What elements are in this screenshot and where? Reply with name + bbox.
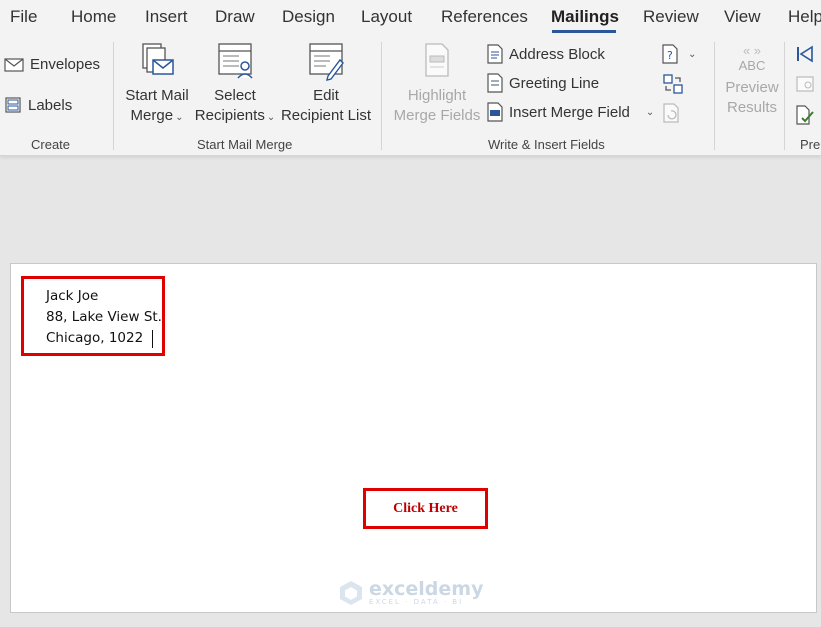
insert-merge-field-label: Insert Merge Field <box>509 103 630 121</box>
group-label-create: Create <box>31 137 71 152</box>
exceldemy-watermark: exceldemy EXCEL · DATA · BI <box>339 580 483 606</box>
envelope-icon <box>4 57 24 73</box>
menu-bar: File Home Insert Draw Design Layout Refe… <box>0 0 821 36</box>
tab-references[interactable]: References <box>441 7 528 27</box>
group-separator <box>113 42 114 150</box>
tab-mailings[interactable]: Mailings <box>551 7 619 27</box>
address-block-label: Address Block <box>509 45 605 63</box>
check-errors-button[interactable] <box>795 104 815 126</box>
watermark-brand: exceldemy <box>369 578 484 600</box>
rules-icon: ? <box>662 44 680 64</box>
edit-recipient-list-label-1: Edit <box>313 87 339 104</box>
first-record-icon <box>795 44 815 64</box>
group-separator <box>714 42 715 150</box>
highlight-merge-fields-label-2: Merge Fields <box>393 107 481 124</box>
check-errors-icon <box>795 104 815 126</box>
select-recipients-button[interactable]: Select Recipients ⌄ <box>192 42 278 128</box>
start-mail-merge-label-1: Start Mail <box>125 87 189 104</box>
chevron-down-icon: ⌄ <box>645 106 655 118</box>
address-line-name: Jack Joe <box>46 288 99 304</box>
envelopes-label: Envelopes <box>30 56 101 73</box>
highlight-merge-fields-icon <box>422 42 452 82</box>
rules-button[interactable]: ? ⌄ <box>662 44 696 64</box>
address-block-button[interactable]: Address Block <box>487 44 605 64</box>
labels-button[interactable]: Labels <box>4 96 72 114</box>
greeting-line-icon <box>487 73 503 93</box>
tab-help[interactable]: Help <box>788 7 821 27</box>
tab-home[interactable]: Home <box>71 7 116 27</box>
match-fields-icon <box>662 73 684 95</box>
insert-merge-field-icon <box>487 102 503 122</box>
start-mail-merge-icon <box>139 42 175 82</box>
group-separator <box>381 42 382 150</box>
address-line-city: Chicago, 1022 <box>46 330 144 346</box>
highlight-merge-fields-label-1: Highlight <box>407 87 467 104</box>
preview-results-label-2: Results <box>726 99 778 116</box>
tab-insert[interactable]: Insert <box>145 7 188 27</box>
greeting-line-label: Greeting Line <box>509 74 600 92</box>
first-record-button[interactable] <box>795 44 815 64</box>
group-label-write-insert-fields: Write & Insert Fields <box>488 137 605 152</box>
update-labels-icon <box>662 102 682 124</box>
group-separator <box>784 42 785 150</box>
match-fields-button[interactable] <box>662 73 684 95</box>
exceldemy-logo-icon <box>339 580 363 606</box>
address-highlight-box: Jack Joe 88, Lake View St. Chicago, 1022 <box>21 276 165 356</box>
group-label-start-mail-merge: Start Mail Merge <box>197 137 293 152</box>
select-recipients-label-2: Recipients <box>194 107 265 124</box>
preview-arrows-icon: « » <box>742 43 762 58</box>
tab-design[interactable]: Design <box>282 7 335 27</box>
tab-review[interactable]: Review <box>643 7 699 27</box>
update-labels-button[interactable] <box>662 102 682 124</box>
click-here-button[interactable]: Click Here <box>363 488 488 529</box>
group-label-preview: Pre <box>800 137 821 152</box>
tab-file[interactable]: File <box>10 7 37 27</box>
tab-view[interactable]: View <box>724 7 761 27</box>
svg-text:?: ? <box>667 49 673 62</box>
envelopes-button[interactable]: Envelopes <box>4 56 100 73</box>
tab-layout[interactable]: Layout <box>361 7 412 27</box>
preview-results-label-1: Preview <box>725 79 779 96</box>
tab-draw[interactable]: Draw <box>215 7 255 27</box>
select-recipients-label-1: Select <box>214 87 256 104</box>
click-here-label: Click Here <box>393 500 458 516</box>
highlight-merge-fields-button[interactable]: Highlight Merge Fields <box>393 42 481 126</box>
edit-recipient-list-button[interactable]: Edit Recipient List <box>280 42 372 126</box>
start-mail-merge-button[interactable]: Start Mail Merge ⌄ <box>122 42 192 128</box>
chevron-down-icon: ⌄ <box>266 112 276 123</box>
address-line-street: 88, Lake View St. <box>46 309 162 325</box>
chevron-down-icon: ⌄ <box>175 112 184 123</box>
labels-icon <box>4 96 22 114</box>
start-mail-merge-label-2: Merge <box>130 107 174 124</box>
address-block-icon <box>487 44 503 64</box>
find-recipient-button[interactable] <box>795 74 815 94</box>
preview-results-button[interactable]: « » ABC Preview Results <box>724 44 780 118</box>
greeting-line-button[interactable]: Greeting Line <box>487 73 599 93</box>
preview-abc-label: ABC <box>738 58 766 73</box>
edit-recipient-list-label-2: Recipient List <box>280 107 372 124</box>
insert-merge-field-button[interactable]: Insert Merge Field ⌄ <box>487 102 654 122</box>
ribbon: Envelopes Labels Create Start Mail Merge… <box>0 36 821 156</box>
text-cursor <box>152 330 153 348</box>
select-recipients-icon <box>217 42 253 82</box>
active-tab-indicator <box>552 30 616 33</box>
document-page[interactable]: Jack Joe 88, Lake View St. Chicago, 1022… <box>10 263 817 613</box>
find-recipient-icon <box>795 74 815 94</box>
chevron-down-icon: ⌄ <box>688 48 697 60</box>
labels-label: Labels <box>28 96 73 114</box>
edit-recipient-list-icon <box>308 42 344 82</box>
